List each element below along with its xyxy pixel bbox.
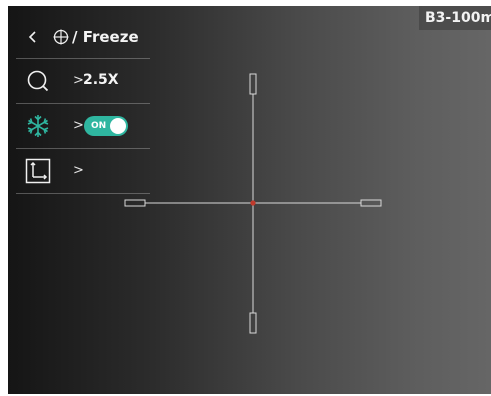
reticle-top-post [249,73,257,95]
breadcrumb: / Freeze [72,28,139,46]
axis-adjust-icon [25,158,51,184]
position-chevron: > [73,163,84,178]
side-menu: / Freeze > 2.5X > ON > [16,16,150,194]
menu-item-zoom[interactable]: > 2.5X [16,59,150,104]
magnifier-icon [25,68,51,94]
freeze-toggle[interactable]: ON [84,116,128,136]
snowflake-icon [25,113,51,139]
reticle-center-dot [250,200,256,206]
reticle-left-post [124,199,146,207]
menu-header: / Freeze [16,16,150,59]
toggle-label: ON [91,121,107,131]
reticle-right-post [360,199,382,207]
toggle-knob [110,118,126,134]
zoom-value: 2.5X [83,72,119,88]
reticle-bottom-post [249,312,257,334]
crosshair-circle-icon [53,29,69,45]
menu-item-position[interactable]: > [16,149,150,194]
thermal-viewport: / Freeze > 2.5X > ON > B3-100m [8,6,491,394]
profile-label: B3-100m [419,6,491,30]
menu-item-freeze[interactable]: > ON [16,104,150,149]
freeze-chevron: > [73,118,84,133]
chevron-left-icon[interactable] [26,28,40,46]
